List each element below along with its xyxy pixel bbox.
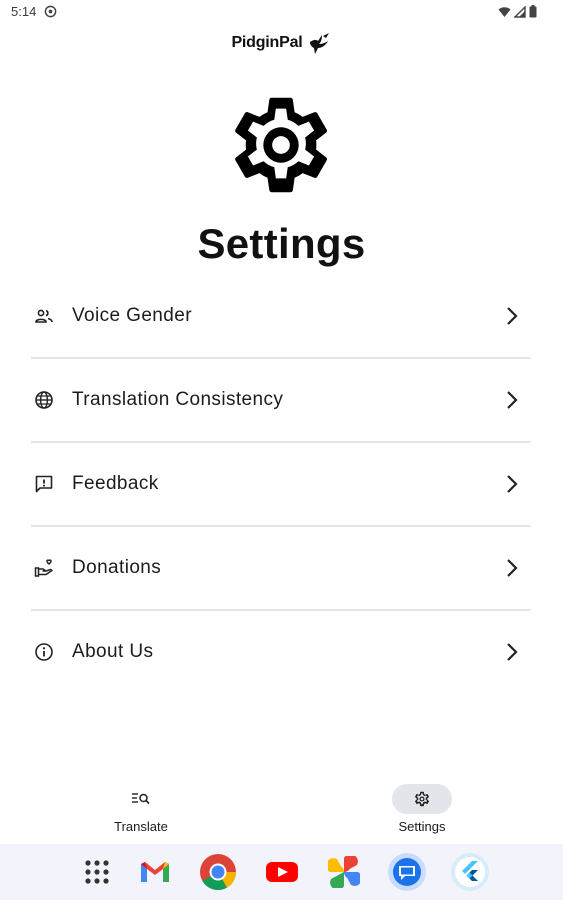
signal-icon <box>514 5 526 18</box>
status-icons <box>498 5 537 18</box>
settings-list: Voice Gender Translation Consistency Fee… <box>31 275 531 693</box>
youtube-icon[interactable] <box>262 852 302 892</box>
settings-item-voice-gender[interactable]: Voice Gender <box>31 275 531 357</box>
page-title: Settings <box>197 220 366 267</box>
notification-icon <box>44 5 57 18</box>
feedback-icon <box>33 473 55 495</box>
nav-label: Translate <box>114 819 168 834</box>
settings-item-about-us[interactable]: About Us <box>31 609 531 693</box>
settings-item-label: Voice Gender <box>72 305 192 326</box>
bird-icon <box>309 33 329 54</box>
gear-icon <box>415 791 430 807</box>
info-icon <box>33 641 55 663</box>
settings-item-feedback[interactable]: Feedback <box>31 441 531 525</box>
settings-item-label: Donations <box>72 557 162 578</box>
chevron-right-icon <box>507 643 518 661</box>
status-time: 5:14 <box>11 4 37 19</box>
settings-item-label: Translation Consistency <box>72 389 284 410</box>
nav-item-settings[interactable]: Settings <box>372 784 472 834</box>
chrome-icon[interactable] <box>198 852 238 892</box>
translate-search-icon <box>132 793 150 805</box>
wifi-icon <box>498 6 511 17</box>
nav-label: Settings <box>398 819 446 834</box>
settings-item-label: Feedback <box>72 473 159 494</box>
bottom-nav: Translate Settings <box>0 772 563 844</box>
battery-icon <box>529 5 537 18</box>
globe-icon <box>33 389 55 411</box>
chevron-right-icon <box>507 307 518 325</box>
donation-icon <box>33 557 55 579</box>
messages-icon[interactable] <box>387 852 427 892</box>
status-bar: 5:14 <box>0 0 563 24</box>
photos-icon[interactable] <box>324 852 364 892</box>
brand-name: PidginPal <box>231 34 303 51</box>
gmail-icon[interactable] <box>135 852 175 892</box>
flutter-icon[interactable] <box>450 852 490 892</box>
nav-item-translate[interactable]: Translate <box>91 784 191 834</box>
settings-item-label: About Us <box>72 641 154 662</box>
nav-pill <box>111 784 171 814</box>
settings-item-donations[interactable]: Donations <box>31 525 531 609</box>
people-icon <box>33 305 55 327</box>
nav-pill-active <box>392 784 452 814</box>
chevron-right-icon <box>507 559 518 577</box>
brand-header: PidginPal <box>0 30 563 56</box>
gear-icon <box>235 97 327 193</box>
settings-item-translation-consistency[interactable]: Translation Consistency <box>31 357 531 441</box>
app-drawer-icon[interactable] <box>77 852 117 892</box>
app-dock <box>0 844 563 900</box>
chevron-right-icon <box>507 475 518 493</box>
chevron-right-icon <box>507 391 518 409</box>
